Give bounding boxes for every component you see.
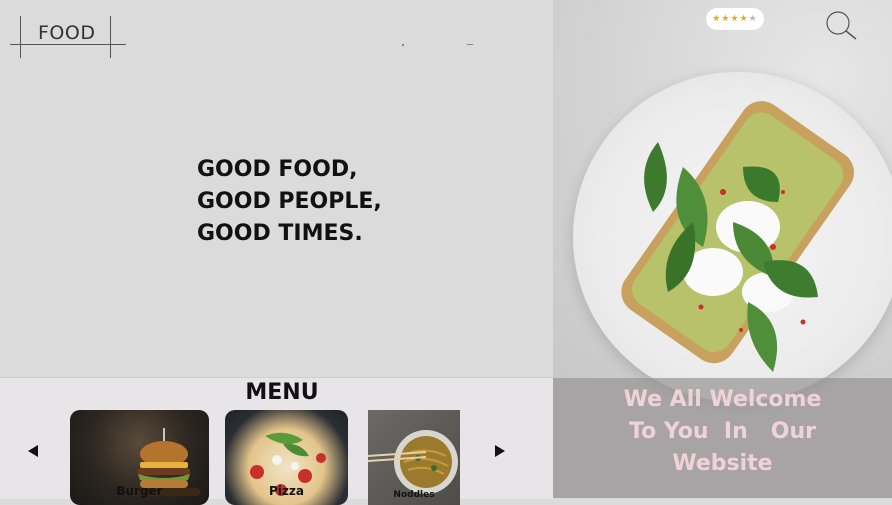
hero-image-panel: ★ ★ ★ ★ ★ We All Welcome To You In Our W… [553,0,892,498]
welcome-banner: We All Welcome To You In Our Website [553,378,892,498]
logo-text: FOOD [38,22,96,44]
menu-card-label: Pizza [269,484,304,498]
menu-card-label: Noddles [393,490,435,500]
tagline-line: GOOD PEOPLE, [197,189,382,214]
welcome-line: To You In Our [629,419,816,444]
star-icon: ★ [739,14,749,24]
menu-card-noodles[interactable]: Noddles [368,410,460,505]
tagline-line: GOOD TIMES. [197,221,363,246]
decor-dash [467,44,473,45]
search-icon[interactable] [825,10,857,40]
star-icon: ★ [712,14,722,24]
logo[interactable]: FOOD [10,16,126,58]
welcome-line: We All Welcome [623,387,822,412]
menu-card-label: Burger [116,484,163,498]
logo-line [10,44,126,45]
welcome-text: We All Welcome To You In Our Website [553,384,892,480]
menu-card-burger[interactable]: Burger [70,410,209,505]
rating-badge[interactable]: ★ ★ ★ ★ ★ [706,8,764,30]
decor-dot [402,44,404,46]
menu-title: MENU [245,380,319,405]
star-icon: ★ [748,14,758,24]
tagline-line: GOOD FOOD, [197,157,358,182]
star-icon: ★ [730,14,740,24]
welcome-line: Website [672,451,773,476]
logo-line [20,16,21,58]
arrow-left-icon[interactable] [28,445,38,457]
arrow-right-icon[interactable] [495,445,505,457]
menu-section: MENU Burger Pizza Noddles [0,377,553,505]
plate-image [573,72,892,402]
hero-section: FOOD GOOD FOOD, GOOD PEOPLE, GOOD TIMES. [0,0,553,377]
star-icon: ★ [721,14,731,24]
hero-tagline: GOOD FOOD, GOOD PEOPLE, GOOD TIMES. [197,154,382,250]
toast-illustration [621,101,854,372]
logo-line [110,16,111,58]
menu-card-pizza[interactable]: Pizza [225,410,348,505]
